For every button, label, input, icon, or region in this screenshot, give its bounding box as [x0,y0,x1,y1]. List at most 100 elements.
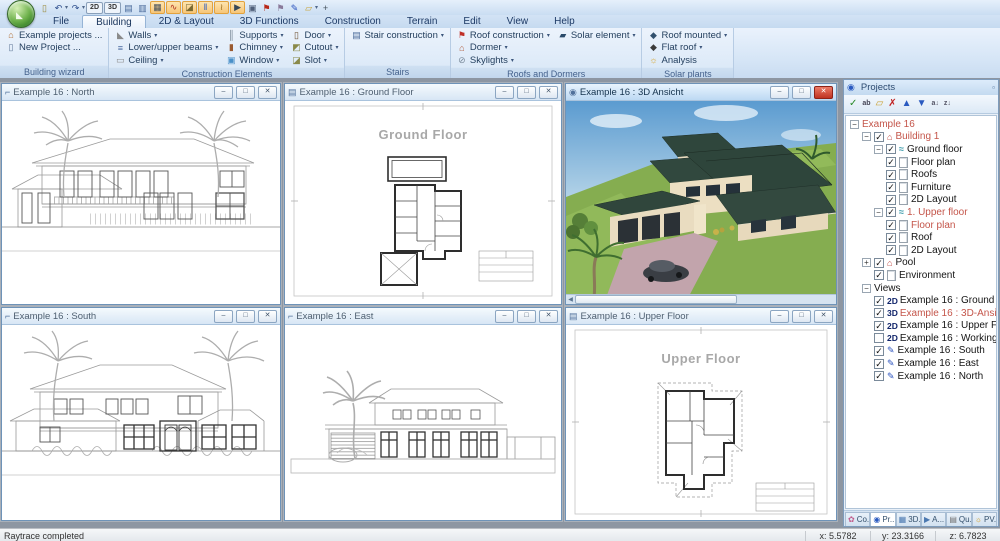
dropdown-caret-icon[interactable]: ▾ [328,32,331,39]
tree-item-2d-layout[interactable]: ✓2D Layout [848,244,996,257]
ribbon-tab-help[interactable]: Help [541,15,588,28]
checkbox[interactable] [874,333,884,343]
checkbox[interactable]: ✓ [886,220,896,230]
tree-item-ground-floor[interactable]: −✓≈Ground floor [848,143,996,156]
3d-render-canvas[interactable]: ◀ [566,101,836,304]
tree-item-example-16-south[interactable]: ✓✎Example 16 : South [848,345,996,358]
window-east-titlebar[interactable]: ⌐ Example 16 : East – □ ✕ [285,308,561,325]
dropdown-caret-icon[interactable]: ▾ [215,44,218,51]
collapse-icon[interactable]: − [874,145,883,154]
walls-button[interactable]: ◣Walls▾ [113,29,220,42]
tree-item-views[interactable]: −Views [848,282,996,295]
dropdown-caret-icon[interactable]: ▾ [441,32,444,39]
undo-icon-caret[interactable]: ▾ [65,4,68,11]
tab-components[interactable]: ✿Co... [845,512,870,526]
ribbon-tab-terrain[interactable]: Terrain [394,15,451,28]
minimize-button[interactable]: – [770,310,789,323]
close-button[interactable]: ✕ [814,310,833,323]
tree-item-example-16-ground-floor[interactable]: ✓2DExample 16 : Ground Floor [848,294,996,307]
ribbon-tab-construction[interactable]: Construction [312,15,394,28]
checkbox[interactable]: ✓ [886,182,896,192]
lower-upper-beams-button[interactable]: ≡Lower/upper beams▾ [113,42,220,55]
close-button[interactable]: ✕ [258,86,277,99]
restore-button[interactable]: □ [517,86,536,99]
expand-icon[interactable]: + [862,258,871,267]
tree-item-pool[interactable]: +✓⌂Pool [848,257,996,270]
south-elevation-canvas[interactable] [2,325,280,520]
ribbon-tab-2d-layout[interactable]: 2D & Layout [146,15,227,28]
flag-red-icon[interactable]: ⚑ [260,2,273,14]
tree-item-environment[interactable]: ✓Environment [848,269,996,282]
supports-button[interactable]: ║Supports▾ [224,29,285,42]
dropdown-caret-icon[interactable]: ▾ [154,32,157,39]
close-button[interactable]: ✕ [539,86,558,99]
collapse-icon[interactable]: − [850,120,859,129]
tree-item-example-16-upper-floor[interactable]: ✓2DExample 16 : Upper Floor [848,320,996,333]
restore-button[interactable]: □ [792,310,811,323]
rename-icon[interactable]: ab [862,96,870,112]
delete-icon[interactable]: ✗ [888,96,896,112]
redo-icon-caret[interactable]: ▾ [82,4,85,11]
example-projects--button[interactable]: ⌂Example projects ... [4,29,104,42]
confirm-icon[interactable]: ✓ [849,96,857,112]
curve-icon[interactable]: ∿ [166,1,181,14]
window-upper-titlebar[interactable]: ▤ Example 16 : Upper Floor – □ ✕ [566,308,836,325]
sort-desc-icon[interactable]: z↓ [944,96,951,112]
minimize-button[interactable]: – [214,310,233,323]
dropdown-caret-icon[interactable]: ▾ [280,44,283,51]
dropdown-caret-icon[interactable]: ▾ [632,32,635,39]
window-button[interactable]: ▣Window▾ [224,54,285,67]
tab-projects[interactable]: ◉Pr... [870,512,895,526]
tree-item-floor-plan[interactable]: ✓Floor plan [848,156,996,169]
scrollbar-thumb[interactable] [575,295,737,304]
view-3d-icon[interactable]: 3D [104,2,121,14]
solar-element-button[interactable]: ▰Solar element▾ [556,29,638,42]
collapse-icon[interactable]: − [874,208,883,217]
dropdown-caret-icon[interactable]: ▾ [276,57,279,64]
dropdown-caret-icon[interactable]: ▾ [324,57,327,64]
new-file-icon[interactable]: ▯ [38,2,51,14]
pen-blue-icon[interactable]: ✎ [288,2,301,14]
east-elevation-canvas[interactable] [285,325,561,520]
add-icon[interactable]: + [319,2,332,14]
ribbon-tab-building[interactable]: Building [82,15,146,28]
folder-icon-caret[interactable]: ▾ [315,4,318,11]
sort-asc-icon[interactable]: a↓ [931,96,938,112]
restore-button[interactable]: □ [236,86,255,99]
analysis-button[interactable]: ☼Analysis [646,54,729,67]
checkbox[interactable]: ✓ [886,195,896,205]
restore-button[interactable]: □ [517,310,536,323]
restore-button[interactable]: □ [792,86,811,99]
checkbox[interactable]: ✓ [886,144,896,154]
flat-roof-button[interactable]: ◆Flat roof▾ [646,42,729,55]
stair-construction-button[interactable]: ▤Stair construction▾ [349,29,445,42]
ribbon-tab-file[interactable]: File [40,15,82,28]
walkthrough-icon[interactable]: ≀ [214,1,229,14]
slot-button[interactable]: ◪Slot▾ [289,54,340,67]
undo-icon[interactable]: ↶ [52,2,65,14]
projects-panel-header[interactable]: ◉ Projects ▫ [844,80,998,95]
tree-item-1-upper-floor[interactable]: −✓≈1. Upper floor [848,206,996,219]
application-menu-button[interactable]: ◣ [7,0,35,28]
minimize-button[interactable]: – [214,86,233,99]
tab-pv[interactable]: ☼PV... [972,512,997,526]
checkbox[interactable]: ✓ [874,132,884,142]
scroll-left-icon[interactable]: ◀ [566,296,575,303]
dormer-button[interactable]: ⌂Dormer▾ [455,42,552,55]
checkbox[interactable]: ✓ [874,308,884,318]
redo-icon[interactable]: ↷ [69,2,82,14]
copy-icon[interactable]: ▣ [246,2,259,14]
checkbox[interactable]: ✓ [886,157,896,167]
dropdown-caret-icon[interactable]: ▾ [547,32,550,39]
tree-item-example-16[interactable]: −Example 16 [848,118,996,131]
window-north-titlebar[interactable]: ⌐ Example 16 : North – □ ✕ [2,84,280,101]
ceiling-button[interactable]: ▭Ceiling▾ [113,54,220,67]
door-button[interactable]: ▯Door▾ [289,29,340,42]
dropdown-caret-icon[interactable]: ▾ [505,44,508,51]
grid-icon[interactable]: ▦ [150,1,165,14]
dropdown-caret-icon[interactable]: ▾ [699,44,702,51]
checkbox[interactable]: ✓ [874,296,884,306]
tree-item-roofs[interactable]: ✓Roofs [848,168,996,181]
split-horizontal-icon[interactable]: ▤ [122,2,135,14]
tree-item-building-1[interactable]: −✓⌂Building 1 [848,131,996,144]
